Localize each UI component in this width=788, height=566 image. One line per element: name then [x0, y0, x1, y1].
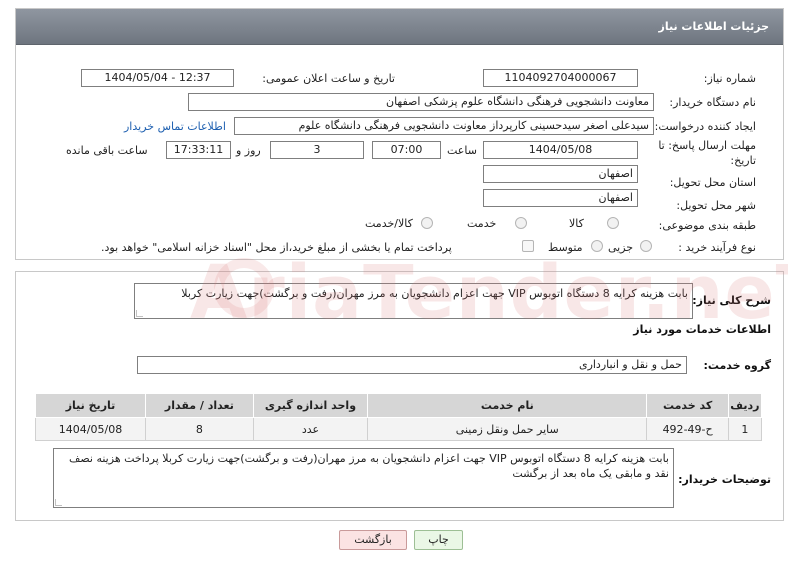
col-header-service-code: کد خدمت: [646, 393, 729, 418]
services-section-title: اطلاعات خدمات مورد نیاز: [633, 323, 771, 336]
page-title: جزئیات اطلاعات نیاز: [658, 20, 770, 33]
time-remaining-field[interactable]: 17:33:11: [166, 141, 231, 159]
buyer-notes-label: توضیحات خریدار:: [678, 473, 771, 486]
days-label: روز و: [236, 144, 261, 157]
time-remaining-label: ساعت باقی مانده: [66, 144, 148, 157]
summary-textarea[interactable]: بابت هزینه کرایه 8 دستگاه اتوبوس VIP جهت…: [134, 283, 693, 319]
treasury-bond-note: پرداخت تمام یا بخشی از مبلغ خرید،از محل …: [101, 241, 452, 254]
col-header-service-name: نام خدمت: [367, 393, 648, 418]
deadline-date-field[interactable]: 1404/05/08: [483, 141, 638, 159]
summary-label: شرح کلی نیاز:: [692, 294, 771, 307]
days-remaining-field[interactable]: 3: [270, 141, 364, 159]
col-header-quantity: تعداد / مقدار: [145, 393, 254, 418]
services-table: ردیف کد خدمت نام خدمت واحد اندازه گیری ت…: [34, 393, 763, 441]
need-description-panel: شرح کلی نیاز: بابت هزینه کرایه 8 دستگاه …: [15, 271, 784, 521]
announce-datetime-label: تاریخ و ساعت اعلان عمومی:: [262, 72, 395, 85]
resize-grip-icon[interactable]: [136, 310, 143, 317]
process-minor-label: جزیی: [608, 241, 634, 254]
col-header-row-number: ردیف: [727, 393, 763, 418]
deadline-label-line1: مهلت ارسال پاسخ: تا: [658, 139, 756, 152]
process-minor-radio[interactable]: [640, 240, 652, 252]
requester-label: ایجاد کننده درخواست:: [654, 120, 756, 133]
process-label: نوع فرآیند خرید :: [678, 241, 756, 254]
buyer-org-field[interactable]: معاونت دانشجویی فرهنگی دانشگاه علوم پزشک…: [188, 93, 654, 111]
panel-header: جزئیات اطلاعات نیاز: [16, 9, 783, 45]
service-group-field[interactable]: حمل و نقل و انبارداری: [137, 356, 687, 374]
need-number-field[interactable]: 1104092704000067: [483, 69, 638, 87]
announce-datetime-field[interactable]: 1404/05/04 - 12:37: [81, 69, 234, 87]
table-header-row: ردیف کد خدمت نام خدمت واحد اندازه گیری ت…: [34, 393, 763, 418]
category-goods-radio[interactable]: [607, 217, 619, 229]
print-button[interactable]: چاپ: [414, 530, 463, 550]
city-field[interactable]: اصفهان: [483, 189, 638, 207]
requester-field[interactable]: سیدعلی اصغر سیدحسینی کارپرداز معاونت دان…: [234, 117, 654, 135]
service-group-label: گروه خدمت:: [703, 359, 771, 372]
category-goods-service-radio[interactable]: [421, 217, 433, 229]
back-button[interactable]: بازگشت: [339, 530, 407, 550]
category-goods-label: کالا: [569, 217, 584, 230]
category-goods-service-label: کالا/خدمت: [365, 217, 413, 230]
need-details-panel: جزئیات اطلاعات نیاز شماره نیاز: 11040927…: [15, 8, 784, 260]
col-header-unit: واحد اندازه گیری: [252, 393, 369, 418]
category-label: طبقه بندی موضوعی:: [658, 219, 756, 232]
buyer-notes-textarea[interactable]: بابت هزینه کرایه 8 دستگاه اتوبوس VIP جهت…: [53, 448, 674, 508]
treasury-bond-checkbox[interactable]: [522, 240, 534, 252]
category-service-radio[interactable]: [515, 217, 527, 229]
resize-grip-icon[interactable]: [55, 499, 62, 506]
cell-row-number: 1: [727, 417, 763, 441]
cell-quantity: 8: [145, 417, 254, 441]
category-service-label: خدمت: [467, 217, 497, 230]
process-medium-label: متوسط: [548, 241, 583, 254]
cell-service-name: سایر حمل ونقل زمینی: [367, 417, 648, 441]
buyer-notes-text: بابت هزینه کرایه 8 دستگاه اتوبوس VIP جهت…: [68, 452, 669, 480]
deadline-time-label: ساعت: [447, 144, 477, 157]
buyer-contact-link[interactable]: اطلاعات تماس خریدار: [124, 120, 226, 133]
cell-service-code: ح-49-492: [646, 417, 729, 441]
need-number-label: شماره نیاز:: [703, 72, 756, 85]
buyer-org-label: نام دستگاه خریدار:: [669, 96, 756, 109]
province-field[interactable]: اصفهان: [483, 165, 638, 183]
process-medium-radio[interactable]: [591, 240, 603, 252]
deadline-label-line2: تاریخ:: [730, 154, 756, 167]
deadline-time-field[interactable]: 07:00: [372, 141, 441, 159]
table-row[interactable]: 1 ح-49-492 سایر حمل ونقل زمینی عدد 8 140…: [34, 417, 763, 441]
summary-text: بابت هزینه کرایه 8 دستگاه اتوبوس VIP جهت…: [181, 287, 688, 300]
cell-need-date: 1404/05/08: [34, 417, 147, 441]
province-label: استان محل تحویل:: [669, 176, 756, 189]
cell-unit: عدد: [252, 417, 369, 441]
col-header-need-date: تاریخ نیاز: [34, 393, 147, 418]
city-label: شهر محل تحویل:: [676, 199, 756, 212]
